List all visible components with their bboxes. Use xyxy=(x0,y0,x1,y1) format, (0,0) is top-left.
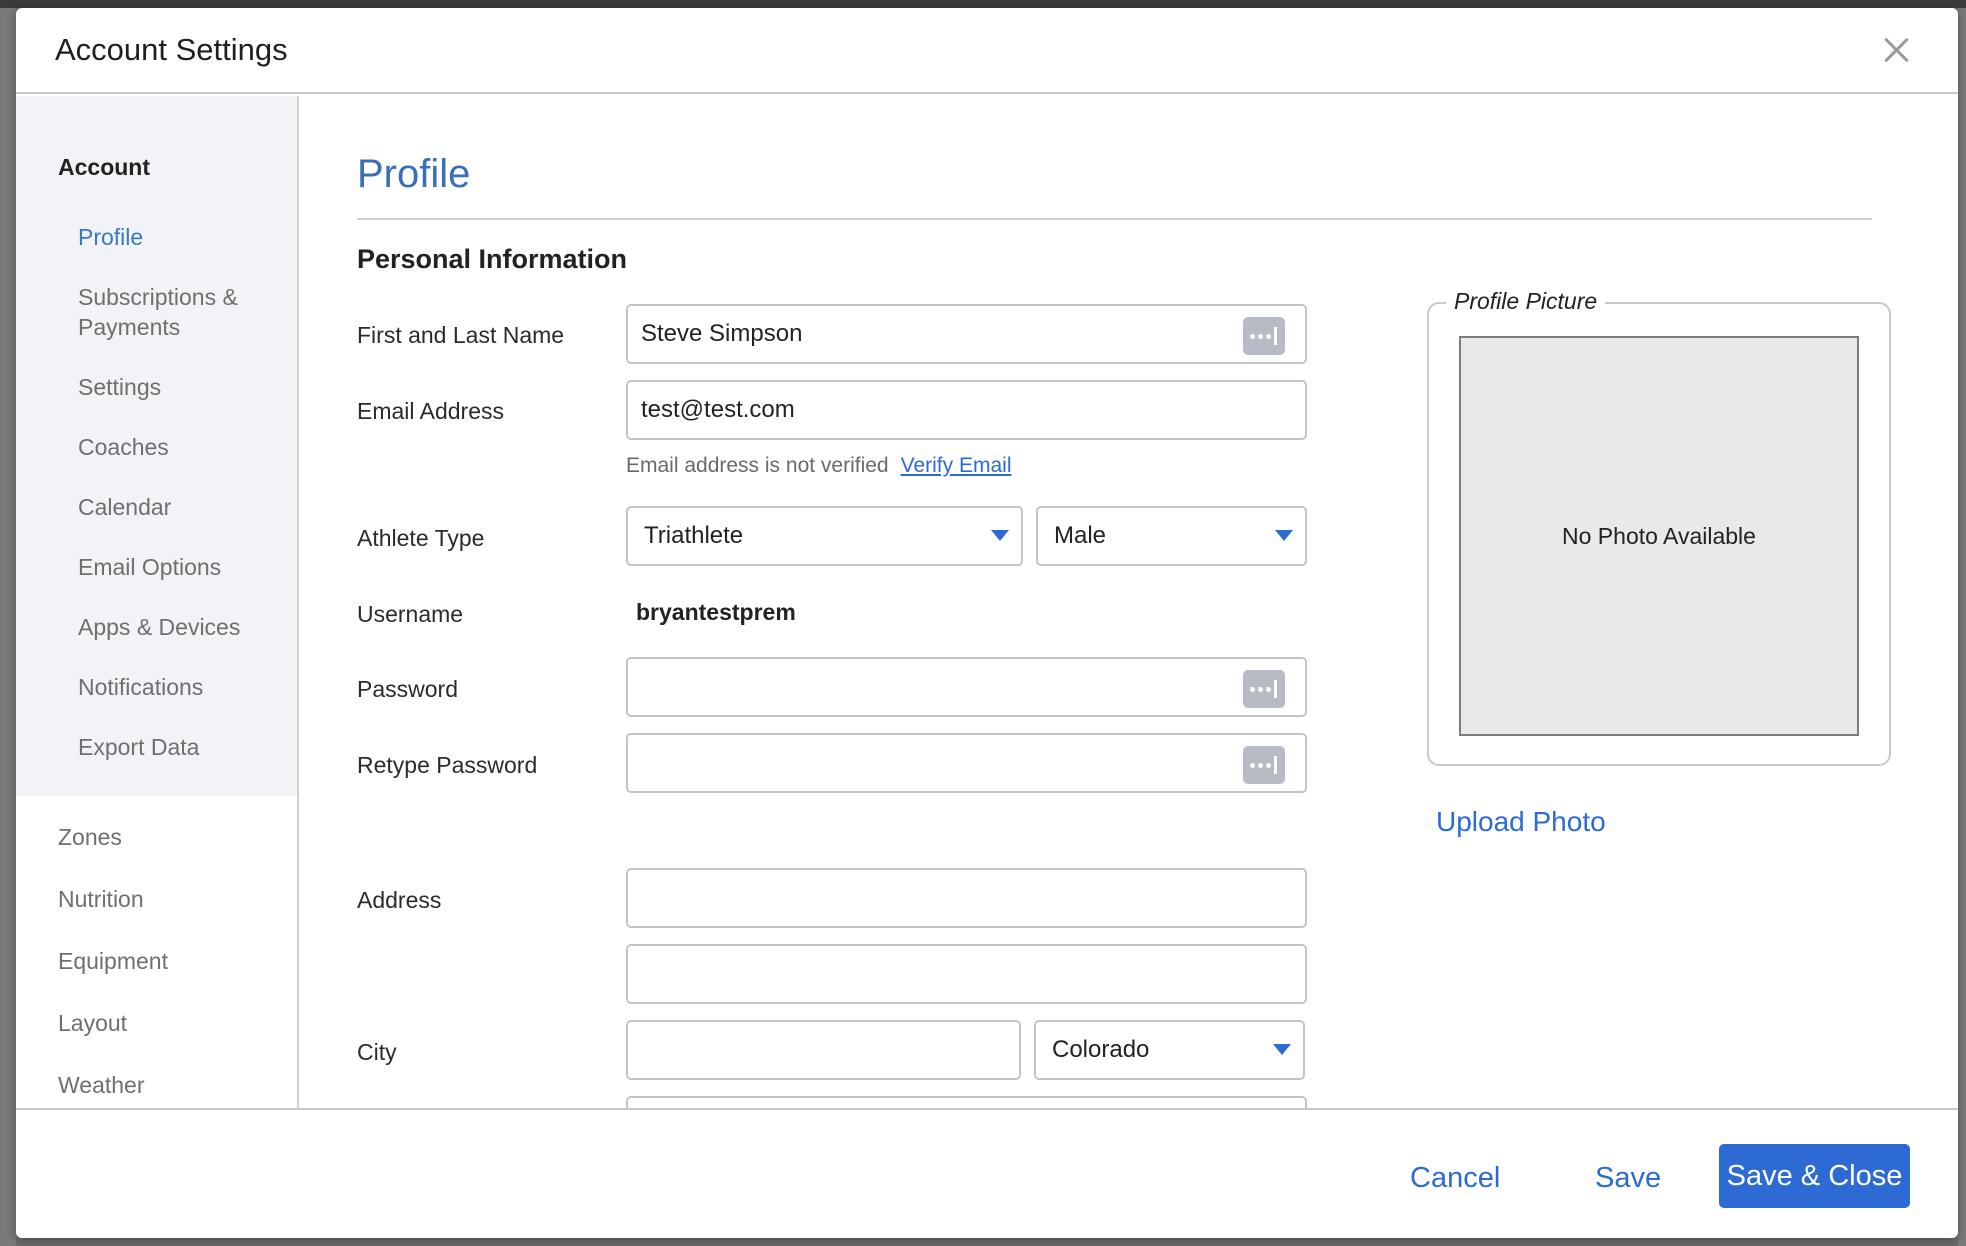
password-manager-icon[interactable] xyxy=(1243,670,1285,708)
account-settings-modal: Account Settings Account Profile Subscri… xyxy=(16,8,1958,1238)
sidebar-heading-account[interactable]: Account xyxy=(58,154,150,181)
modal-title: Account Settings xyxy=(55,32,288,67)
profile-photo-placeholder: No Photo Available xyxy=(1459,336,1859,736)
email-field[interactable]: test@test.com xyxy=(626,380,1307,440)
profile-panel: Profile Personal Information First and L… xyxy=(301,96,1958,1126)
city-label: City xyxy=(357,1039,397,1065)
city-field[interactable] xyxy=(626,1020,1021,1080)
sidebar-item-coaches[interactable]: Coaches xyxy=(78,432,169,462)
name-label: First and Last Name xyxy=(357,322,565,348)
chevron-down-icon xyxy=(1273,1044,1291,1055)
username-value: bryantestprem xyxy=(636,599,796,625)
retype-password-label: Retype Password xyxy=(357,752,538,778)
section-title: Profile xyxy=(357,152,471,196)
sidebar-item-profile[interactable]: Profile xyxy=(78,222,143,252)
chevron-down-icon xyxy=(1275,530,1293,541)
sidebar-item-email-options[interactable]: Email Options xyxy=(78,552,221,582)
password-label: Password xyxy=(357,676,458,702)
retype-password-field[interactable] xyxy=(626,733,1307,793)
background-app-left xyxy=(0,8,16,1246)
email-value: test@test.com xyxy=(641,396,795,423)
athlete-type-label: Athlete Type xyxy=(357,525,485,551)
save-button[interactable]: Save xyxy=(1595,1162,1661,1195)
save-and-close-button[interactable]: Save & Close xyxy=(1719,1144,1910,1208)
sidebar-item-export-data[interactable]: Export Data xyxy=(78,732,199,762)
sidebar-account-group: Account Profile Subscriptions & Payments… xyxy=(16,96,297,796)
password-manager-icon[interactable] xyxy=(1243,746,1285,784)
address-label: Address xyxy=(357,887,442,913)
upload-photo-link[interactable]: Upload Photo xyxy=(1436,806,1606,838)
sidebar-item-calendar[interactable]: Calendar xyxy=(78,492,171,522)
email-hint-text: Email address is not verified xyxy=(626,454,889,477)
profile-picture-legend: Profile Picture xyxy=(1446,288,1606,315)
verify-email-link[interactable]: Verify Email xyxy=(901,454,1012,477)
gender-select[interactable]: Male xyxy=(1036,506,1307,566)
subsection-title: Personal Information xyxy=(357,244,628,274)
section-divider xyxy=(357,218,1872,220)
username-label: Username xyxy=(357,601,464,627)
background-app-topbar xyxy=(0,0,1966,8)
no-photo-text: No Photo Available xyxy=(1562,522,1756,549)
sidebar-item-settings[interactable]: Settings xyxy=(78,372,161,402)
settings-sidebar: Account Profile Subscriptions & Payments… xyxy=(16,96,299,1108)
sidebar-item-weather[interactable]: Weather xyxy=(58,1072,145,1099)
password-manager-icon[interactable] xyxy=(1243,317,1285,355)
email-verification-hint: Email address is not verified Verify Emai… xyxy=(626,454,1012,478)
email-label: Email Address xyxy=(357,398,505,424)
cancel-button[interactable]: Cancel xyxy=(1410,1162,1500,1195)
sidebar-item-notifications[interactable]: Notifications xyxy=(78,672,203,702)
sidebar-item-subscriptions-payments[interactable]: Subscriptions & Payments xyxy=(78,282,278,342)
modal-header: Account Settings xyxy=(16,8,1958,94)
athlete-type-value: Triathlete xyxy=(644,522,744,549)
state-select[interactable]: Colorado xyxy=(1034,1020,1305,1080)
modal-footer: Cancel Save Save & Close xyxy=(16,1108,1958,1238)
sidebar-item-zones[interactable]: Zones xyxy=(58,824,122,851)
name-field[interactable]: Steve Simpson xyxy=(626,304,1307,364)
profile-picture-group: Profile Picture No Photo Available xyxy=(1427,288,1891,766)
address-line2-field[interactable] xyxy=(626,944,1307,1004)
athlete-type-select[interactable]: Triathlete xyxy=(626,506,1023,566)
password-field[interactable] xyxy=(626,657,1307,717)
address-line1-field[interactable] xyxy=(626,868,1307,928)
gender-value: Male xyxy=(1054,522,1107,549)
sidebar-item-apps-devices[interactable]: Apps & Devices xyxy=(78,612,240,642)
background-app-right xyxy=(1958,8,1966,1246)
close-icon[interactable] xyxy=(1876,30,1916,70)
sidebar-item-nutrition[interactable]: Nutrition xyxy=(58,886,144,913)
state-value: Colorado xyxy=(1052,1036,1150,1063)
sidebar-item-equipment[interactable]: Equipment xyxy=(58,948,168,975)
chevron-down-icon xyxy=(991,530,1009,541)
name-value: Steve Simpson xyxy=(641,320,803,347)
sidebar-item-layout[interactable]: Layout xyxy=(58,1010,127,1037)
